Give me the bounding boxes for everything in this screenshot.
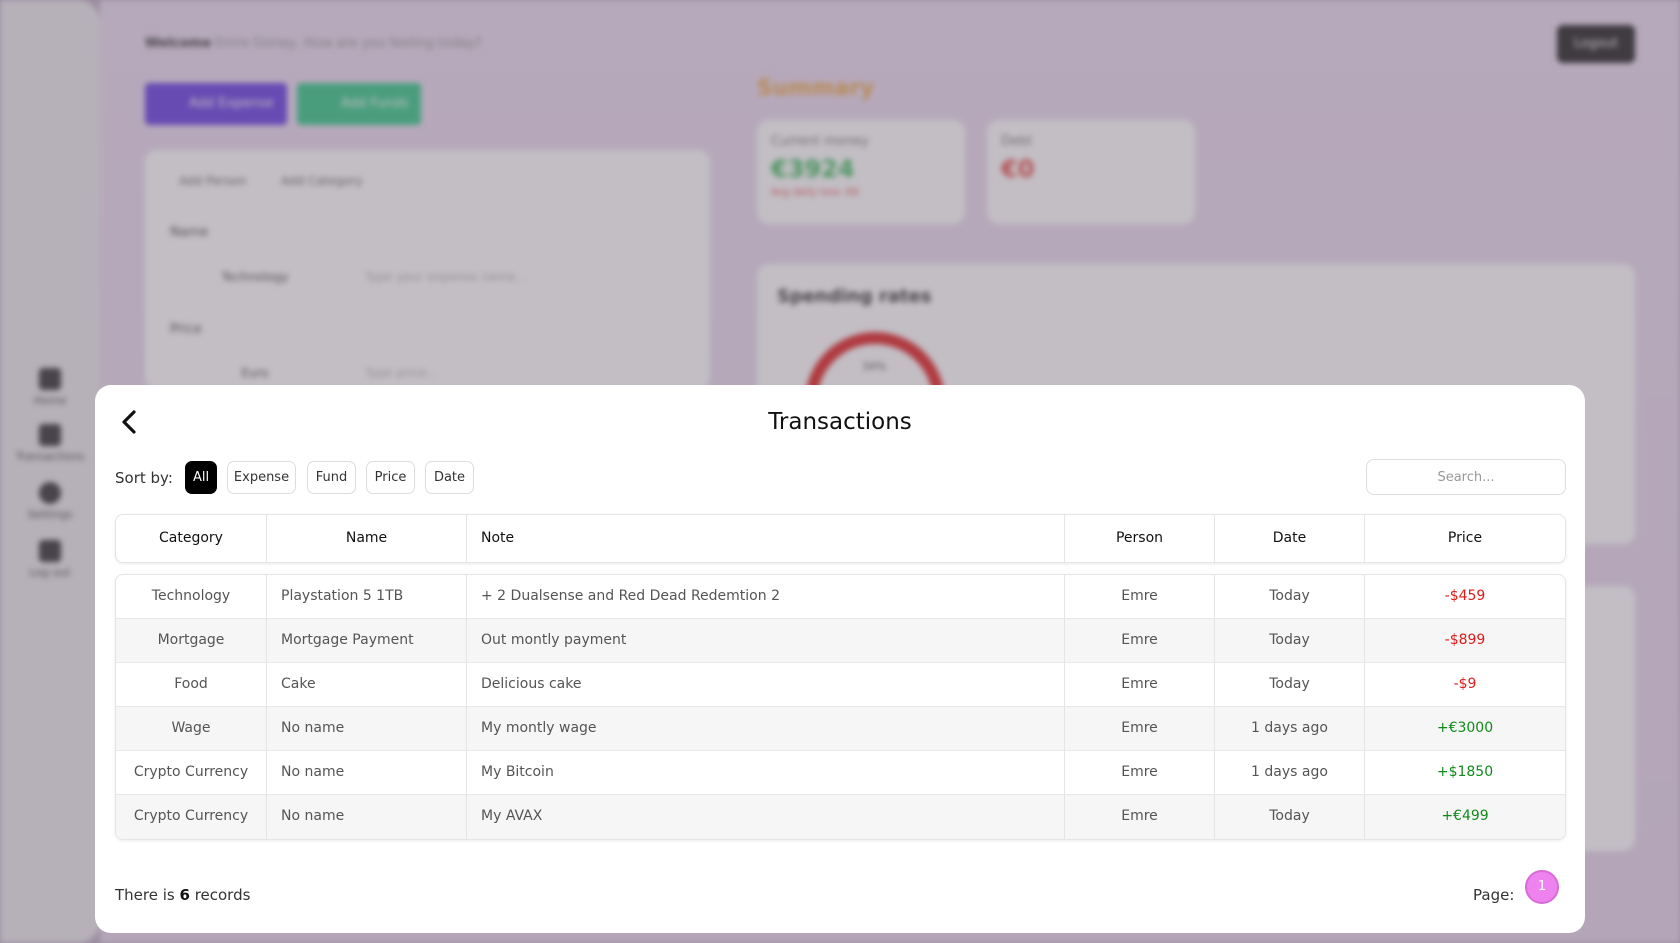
table-row[interactable]: Mortgage Mortgage Payment Out montly pay… — [116, 619, 1565, 663]
transactions-modal: Transactions Sort by: All Expense Fund P… — [95, 385, 1585, 933]
cell-person: Emre — [1065, 751, 1215, 794]
cell-price: -$899 — [1444, 632, 1486, 648]
column-header-note[interactable]: Note — [467, 515, 1065, 562]
cell-date: Today — [1215, 619, 1365, 662]
table-header: Category Name Note Person Date Price — [115, 514, 1566, 563]
cell-price: -$459 — [1444, 588, 1486, 604]
cell-note: My montly wage — [467, 707, 1065, 750]
sort-all-button[interactable]: All — [185, 461, 217, 494]
page-button-1[interactable]: 1 — [1525, 870, 1559, 904]
sort-label: Sort by: — [115, 469, 173, 487]
sort-fund-button[interactable]: Fund — [307, 461, 356, 494]
sort-expense-button[interactable]: Expense — [227, 461, 296, 494]
cell-name: Cake — [267, 663, 467, 706]
cell-name: No name — [267, 751, 467, 794]
page-label: Page: — [1473, 886, 1515, 904]
cell-name: Playstation 5 1TB — [267, 575, 467, 618]
column-header-category[interactable]: Category — [116, 515, 267, 562]
cell-note: Out montly payment — [467, 619, 1065, 662]
cell-date: 1 days ago — [1215, 751, 1365, 794]
cell-price: -$9 — [1453, 676, 1477, 692]
cell-name: Mortgage Payment — [267, 619, 467, 662]
cell-date: Today — [1215, 575, 1365, 618]
column-header-price[interactable]: Price — [1365, 515, 1565, 562]
cell-category: Crypto Currency — [116, 751, 267, 794]
cell-person: Emre — [1065, 619, 1215, 662]
cell-person: Emre — [1065, 663, 1215, 706]
table-row[interactable]: Crypto Currency No name My AVAX Emre Tod… — [116, 795, 1565, 839]
cell-category: Food — [116, 663, 267, 706]
sort-date-button[interactable]: Date — [425, 461, 474, 494]
cell-date: Today — [1215, 795, 1365, 839]
column-header-name[interactable]: Name — [267, 515, 467, 562]
cell-name: No name — [267, 707, 467, 750]
cell-category: Wage — [116, 707, 267, 750]
sort-price-button[interactable]: Price — [366, 461, 415, 494]
cell-date: 1 days ago — [1215, 707, 1365, 750]
table-row[interactable]: Crypto Currency No name My Bitcoin Emre … — [116, 751, 1565, 795]
cell-price: +€3000 — [1436, 720, 1494, 736]
cell-note: My AVAX — [467, 795, 1065, 839]
table-body: Technology Playstation 5 1TB + 2 Dualsen… — [115, 574, 1566, 840]
table-row[interactable]: Food Cake Delicious cake Emre Today -$9 — [116, 663, 1565, 707]
modal-title: Transactions — [768, 409, 912, 435]
cell-category: Crypto Currency — [116, 795, 267, 839]
records-count: There is 6 records — [115, 886, 251, 904]
cell-note: My Bitcoin — [467, 751, 1065, 794]
cell-price: +$1850 — [1436, 764, 1494, 780]
table-row[interactable]: Wage No name My montly wage Emre 1 days … — [116, 707, 1565, 751]
cell-date: Today — [1215, 663, 1365, 706]
search-input[interactable] — [1366, 459, 1566, 495]
cell-person: Emre — [1065, 707, 1215, 750]
cell-person: Emre — [1065, 795, 1215, 839]
column-header-person[interactable]: Person — [1065, 515, 1215, 562]
table-row[interactable]: Technology Playstation 5 1TB + 2 Dualsen… — [116, 575, 1565, 619]
cell-price: +€499 — [1441, 808, 1489, 824]
cell-note: + 2 Dualsense and Red Dead Redemtion 2 — [467, 575, 1065, 618]
cell-name: No name — [267, 795, 467, 839]
cell-person: Emre — [1065, 575, 1215, 618]
cell-note: Delicious cake — [467, 663, 1065, 706]
cell-category: Technology — [116, 575, 267, 618]
cell-category: Mortgage — [116, 619, 267, 662]
column-header-date[interactable]: Date — [1215, 515, 1365, 562]
